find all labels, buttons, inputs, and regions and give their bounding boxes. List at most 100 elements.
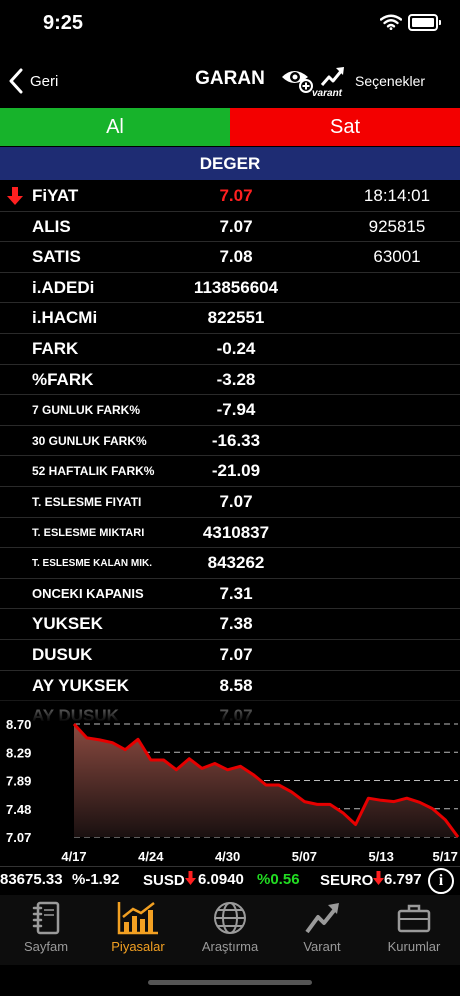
wifi-icon xyxy=(380,14,402,30)
row-value: 7.07 xyxy=(219,186,253,205)
trend-arrow-icon xyxy=(305,903,339,934)
table-row: AY YUKSEK 8.58 xyxy=(0,671,460,702)
table-row: YUKSEK 7.38 xyxy=(0,609,460,640)
y-tick-label: 7.89 xyxy=(6,774,31,789)
tab-sayfam[interactable]: Sayfam xyxy=(0,899,92,959)
row-value: -16.33 xyxy=(211,430,261,450)
table-row: DUSUK 7.07 xyxy=(0,640,460,671)
row-value: 7.38 xyxy=(219,614,253,634)
x-tick-label: 5/13 xyxy=(369,849,394,864)
ticker-text: %-1.92 xyxy=(72,871,120,888)
tab-label: Kurumlar xyxy=(387,939,441,954)
row-value: 113856604 xyxy=(193,277,279,297)
row-label: %FARK xyxy=(32,369,94,389)
y-tick-label: 8.70 xyxy=(6,717,31,732)
ticker-text: SEURO xyxy=(320,872,374,889)
x-tick-label: 4/24 xyxy=(138,849,164,864)
row-value: 7.07 xyxy=(219,491,253,511)
row-value: -0.24 xyxy=(216,338,256,358)
varant-button[interactable]: varant xyxy=(312,65,348,99)
tab-arastirma[interactable]: Araştırma xyxy=(184,899,276,959)
table-row: ALIS 7.07 925815 xyxy=(0,212,460,243)
ticker-item: SEURO xyxy=(320,871,385,889)
ticker-strip: 83675.33 %-1.92 SUSD 6.0940 %0.56 SEURO 6.797 xyxy=(0,866,460,896)
row-extra: 18:14:01 xyxy=(363,186,431,205)
row-label: i.ADEDi xyxy=(32,277,95,297)
section-header: DEGER xyxy=(0,147,460,180)
eye-plus-icon xyxy=(282,71,313,93)
tab-bar: Sayfam Piyasalar Araştırma Varant Kuruml… xyxy=(0,895,460,965)
tab-label: Varant xyxy=(303,939,341,954)
row-label: T. ESLESME MIKTARI xyxy=(32,526,145,539)
row-value: 7.31 xyxy=(219,583,253,603)
row-extra: 925815 xyxy=(368,216,426,236)
table-row: i.ADEDi 113856604 xyxy=(0,273,460,304)
row-value: -7.94 xyxy=(216,400,256,420)
row-value: -3.28 xyxy=(216,369,256,389)
info-button[interactable]: i xyxy=(428,868,454,894)
tab-varant[interactable]: Varant xyxy=(276,899,368,959)
battery-icon xyxy=(408,14,441,31)
row-extra: 63001 xyxy=(373,247,421,267)
globe-icon xyxy=(214,902,246,934)
add-watchlist-button[interactable] xyxy=(280,65,314,95)
table-row: T. ESLESME MIKTARI 4310837 xyxy=(0,518,460,549)
row-label: 30 GUNLUK FARK% xyxy=(32,433,147,448)
tab-piyasalar[interactable]: Piyasalar xyxy=(92,899,184,959)
table-row: FARK -0.24 xyxy=(0,334,460,365)
sell-button[interactable]: Sat xyxy=(230,108,460,146)
tab-kurumlar[interactable]: Kurumlar xyxy=(368,899,460,959)
table-row: 7 GUNLUK FARK% -7.94 xyxy=(0,395,460,426)
table-row: 52 HAFTALIK FARK% -21.09 xyxy=(0,456,460,487)
varant-label: varant xyxy=(312,88,343,99)
row-value: -21.09 xyxy=(211,461,261,481)
tab-label: Sayfam xyxy=(23,939,69,954)
row-label: AY YUKSEK xyxy=(32,675,130,695)
y-tick-label: 7.48 xyxy=(6,802,31,817)
row-label: SATIS xyxy=(32,247,81,267)
x-tick-label: 5/17 xyxy=(433,849,458,864)
row-label: FARK xyxy=(32,338,79,358)
status-bar: 9:25 xyxy=(0,0,460,50)
price-chart[interactable]: 8.70 8.29 7.89 7.48 7.07 4/17 4/24 4/30 5/07 5/1… xyxy=(0,712,460,867)
x-tick-label: 5/07 xyxy=(292,849,317,864)
table-row: FiYAT 7.07 18:14:01 xyxy=(0,181,460,212)
row-value: 843262 xyxy=(207,553,265,573)
tab-label: Piyasalar xyxy=(111,939,165,954)
row-label: ONCEKI KAPANIS xyxy=(32,586,144,602)
ticker-item: %-1.92 xyxy=(72,871,120,888)
ticker-item: SUSD xyxy=(143,871,196,889)
ticker-text: 6.797 xyxy=(384,871,422,888)
bar-chart-icon xyxy=(117,902,158,935)
buy-button[interactable]: Al xyxy=(0,108,230,146)
ticker-item: 83675.33 xyxy=(0,871,63,888)
row-label: 52 HAFTALIK FARK% xyxy=(32,464,155,479)
trend-arrow-icon xyxy=(320,67,344,86)
notebook-icon xyxy=(32,901,60,935)
row-value: 7.07 xyxy=(219,644,253,664)
ticker-text: %0.56 xyxy=(257,871,300,888)
x-tick-label: 4/17 xyxy=(61,849,86,864)
row-value: 8.58 xyxy=(219,675,253,695)
table-row: SATIS 7.08 63001 xyxy=(0,242,460,273)
ticker-item: %0.56 xyxy=(257,871,300,888)
options-button[interactable]: Seçenekler xyxy=(355,73,425,89)
table-row: i.HACMi 822551 xyxy=(0,303,460,334)
row-value: 7.08 xyxy=(219,247,253,267)
home-indicator xyxy=(148,980,312,985)
row-value: 7.07 xyxy=(219,216,253,236)
down-arrow-icon xyxy=(7,187,23,205)
row-label: FiYAT xyxy=(32,186,79,205)
tab-label: Araştırma xyxy=(201,939,259,954)
ticker-text: 83675.33 xyxy=(0,871,63,888)
quote-table: FiYAT 7.07 18:14:01 ALIS 7.07 925815 SATIS 7.08… xyxy=(0,181,460,721)
down-arrow-icon xyxy=(184,871,196,885)
chevron-left-icon xyxy=(9,68,23,94)
row-value: 822551 xyxy=(207,308,265,328)
row-label: DUSUK xyxy=(32,644,93,664)
back-button[interactable]: Geri xyxy=(8,67,58,95)
row-label: T. ESLESME KALAN MIK. xyxy=(32,557,153,569)
x-tick-label: 4/30 xyxy=(215,849,240,864)
row-label: ALIS xyxy=(32,216,71,236)
row-label: 7 GUNLUK FARK% xyxy=(32,403,141,418)
